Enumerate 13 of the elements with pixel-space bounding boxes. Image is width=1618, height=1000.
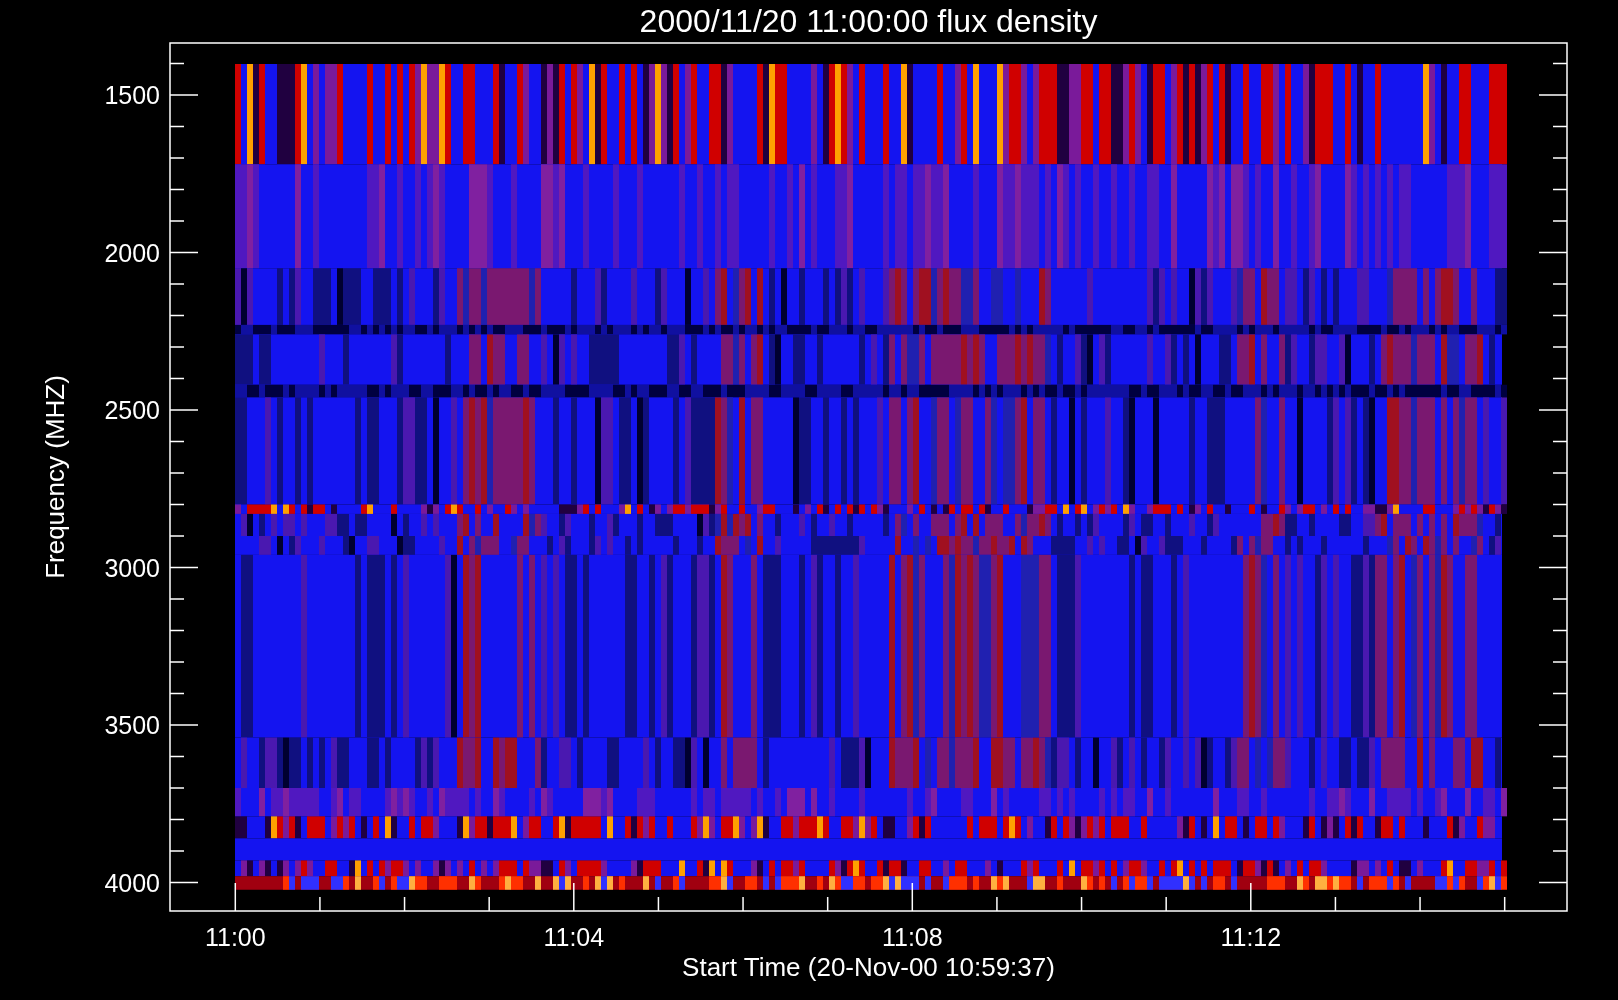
y-tick-label: 1500	[104, 81, 160, 109]
x-tick-label: 11:12	[1220, 923, 1282, 951]
y-axis-label: Frequency (MHZ)	[40, 375, 70, 579]
x-tick-label: 11:04	[543, 923, 605, 951]
x-tick-label: 11:00	[204, 923, 266, 951]
y-tick-label: 3000	[104, 553, 160, 582]
chart-title: 2000/11/20 11:00:00 flux density	[639, 3, 1098, 39]
y-tick-label: 2000	[104, 238, 160, 267]
x-tick-label: 11:08	[881, 923, 943, 951]
y-tick-label: 2500	[104, 396, 160, 424]
x-axis-label: Start Time (20-Nov-00 10:59:37)	[682, 952, 1055, 982]
y-tick-label: 4000	[104, 868, 160, 897]
y-tick-label: 3500	[104, 711, 160, 739]
